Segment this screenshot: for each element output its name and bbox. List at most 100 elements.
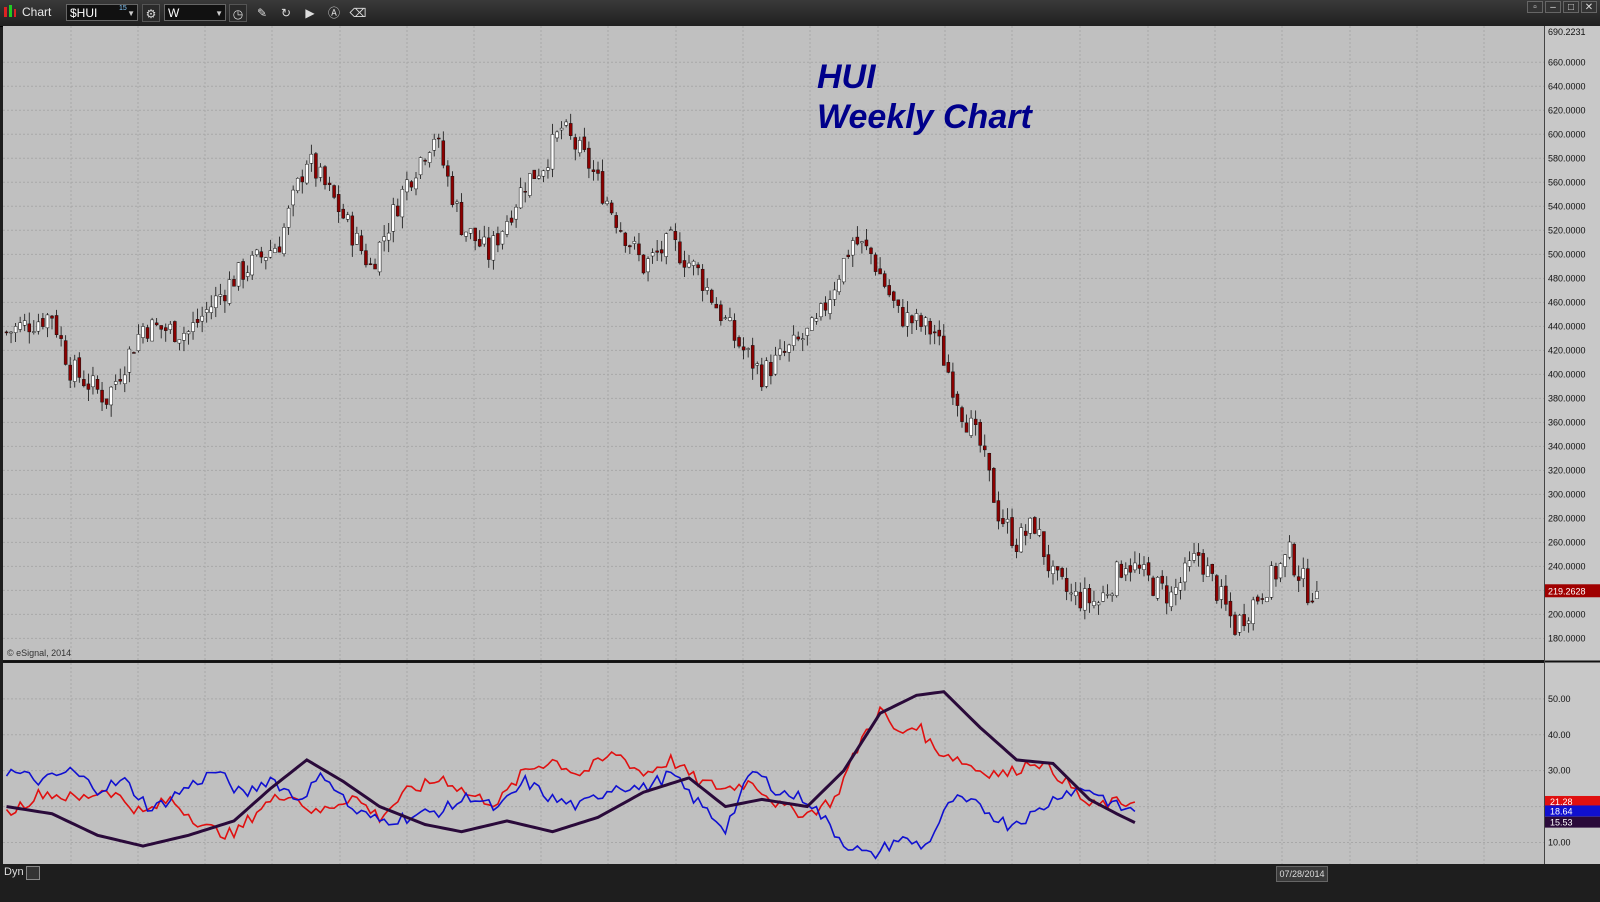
candle-body	[227, 279, 232, 304]
close-icon[interactable]: ✕	[1581, 1, 1597, 13]
clock-icon[interactable]: ◷	[229, 4, 247, 22]
candle-body	[1242, 614, 1246, 627]
candle-body	[978, 421, 982, 446]
chevron-down-icon[interactable]: ▼	[215, 5, 223, 22]
candle-body	[623, 232, 628, 246]
candle-body	[336, 194, 341, 213]
candle-body	[82, 379, 86, 387]
candle-body	[1028, 517, 1032, 534]
candle-body	[878, 268, 882, 275]
candle-body	[359, 235, 364, 252]
candle-body	[164, 327, 168, 331]
candle-body	[791, 334, 796, 346]
candle-body	[268, 250, 273, 258]
candle-body	[541, 170, 546, 177]
y-tick-label: 200.0000	[1548, 609, 1586, 619]
candle-body	[896, 299, 901, 306]
candle-body	[191, 322, 195, 332]
candle-body	[496, 233, 500, 246]
dyn-label[interactable]: Dyn	[4, 866, 24, 878]
candle-body	[159, 325, 163, 330]
candle-body	[500, 231, 505, 245]
candle-body	[605, 200, 609, 205]
candle-body	[250, 254, 254, 276]
symbol-value: $HUI	[70, 6, 98, 20]
candle-body	[537, 175, 541, 179]
settings-icon[interactable]: ⚙	[142, 4, 160, 22]
chart-toolbar: Chart $HUI 15 ▼ ⚙ W ▼ ◷ ✎ ↻ ▶ Ⓐ ⌫ ▫ – □ …	[0, 0, 1600, 27]
symbol-input[interactable]: $HUI 15 ▼	[66, 4, 138, 21]
candle-body	[1051, 565, 1055, 574]
candle-body	[487, 237, 491, 260]
candle-body	[832, 289, 837, 300]
candle-body	[1105, 594, 1110, 596]
play-icon[interactable]: ▶	[301, 4, 319, 22]
y-tick-label: 10.00	[1548, 837, 1571, 847]
candle-body	[755, 363, 759, 366]
candle-body	[1192, 553, 1196, 561]
minimize-icon[interactable]: –	[1545, 1, 1561, 13]
candle-body	[150, 319, 154, 342]
candle-body	[723, 317, 728, 319]
cycle-icon[interactable]: ↻	[277, 4, 295, 22]
text-icon[interactable]: Ⓐ	[325, 4, 343, 22]
candle-body	[396, 205, 400, 217]
candle-body	[996, 500, 1001, 522]
candle-body	[509, 217, 514, 223]
y-tick-label: 560.0000	[1548, 177, 1586, 187]
candle-body	[705, 287, 709, 291]
candle-body	[773, 354, 778, 375]
watermark: © eSignal, 2014	[7, 648, 71, 658]
candle-body	[769, 361, 773, 377]
candle-body	[350, 215, 355, 246]
candle-body	[928, 320, 932, 335]
candle-body	[1278, 563, 1283, 579]
restore-icon[interactable]: ▫	[1527, 1, 1543, 13]
candle-body	[1096, 602, 1101, 606]
candle-body	[518, 187, 523, 209]
candle-body	[455, 201, 459, 204]
candle-body	[355, 233, 359, 245]
candle-body	[123, 374, 127, 384]
interval-select[interactable]: W ▼	[164, 4, 226, 21]
maximize-icon[interactable]: □	[1563, 1, 1579, 13]
candle-body	[637, 243, 641, 256]
eraser-icon[interactable]: ⌫	[349, 4, 367, 22]
candle-body	[427, 152, 432, 163]
candle-body	[264, 257, 268, 261]
candle-body	[236, 262, 241, 287]
candle-body	[491, 235, 496, 261]
candle-body	[1251, 599, 1255, 624]
candle-body	[473, 227, 477, 242]
candle-body	[373, 263, 377, 270]
candle-body	[1269, 565, 1274, 598]
chart-area[interactable]: 690.2231 660.0000 640.0000 620.0000 600.0000…	[0, 26, 1600, 886]
candle-body	[1224, 585, 1228, 605]
candle-body	[1064, 578, 1069, 592]
candle-body	[341, 208, 345, 219]
candle-body	[1019, 527, 1023, 553]
candle-body	[1078, 591, 1083, 609]
candle-body	[214, 295, 218, 308]
candle-body	[63, 340, 68, 365]
candle-body	[382, 236, 386, 242]
y-tick-label: 260.0000	[1548, 537, 1586, 547]
candle-body	[778, 348, 782, 356]
candle-body	[468, 228, 473, 234]
candle-body	[291, 189, 295, 206]
chevron-down-icon[interactable]: ▼	[127, 5, 135, 22]
candle-body	[841, 258, 846, 283]
candle-body	[746, 348, 750, 350]
indicator-panel-bg	[3, 663, 1544, 864]
candle-body	[669, 229, 673, 231]
candle-body	[1037, 529, 1042, 536]
window-title: Chart	[22, 5, 52, 19]
y-tick-label: 600.0000	[1548, 129, 1586, 139]
candle-body	[719, 304, 723, 322]
price-panel-bg	[3, 26, 1544, 660]
pencil-icon[interactable]: ✎	[253, 4, 271, 22]
candle-body	[582, 136, 587, 150]
candle-body	[810, 317, 814, 331]
scale-icon[interactable]	[26, 866, 40, 880]
candle-body	[873, 254, 878, 272]
